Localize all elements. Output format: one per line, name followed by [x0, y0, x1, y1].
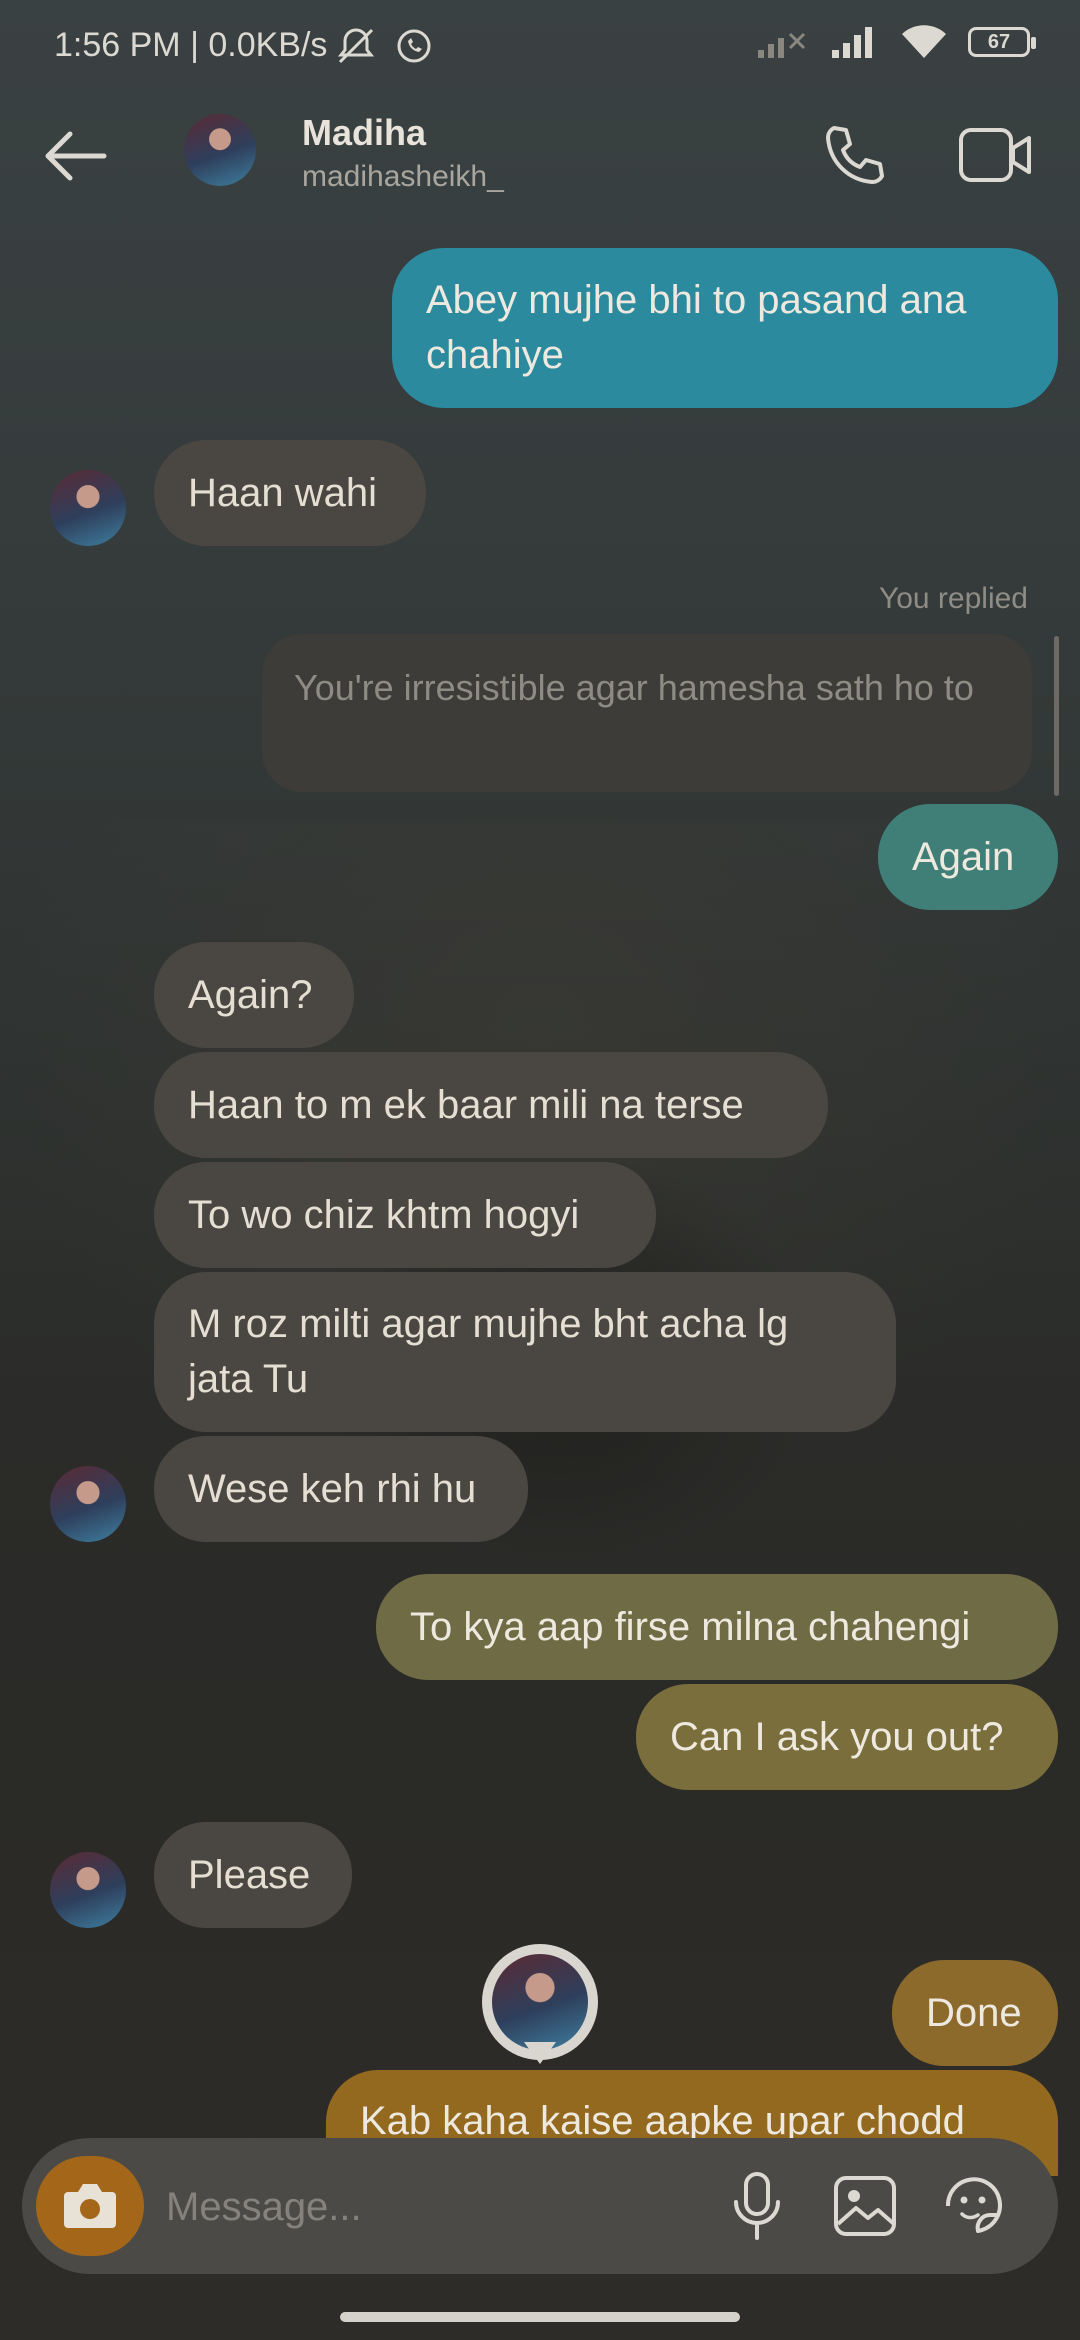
quoted-text: You're irresistible agar hamesha sath ho…	[294, 667, 974, 708]
message-bubble-sent[interactable]: Again	[878, 804, 1058, 910]
message-text: Haan wahi	[188, 470, 378, 515]
message-text: Please	[188, 1852, 311, 1897]
whatsapp-icon	[394, 24, 434, 68]
message-text: Again	[912, 834, 1015, 879]
message-bubble-sent[interactable]: Done	[892, 1960, 1058, 2066]
signal-icon	[830, 24, 880, 60]
message-bubble-received[interactable]: To wo chiz khtm hogyi	[154, 1162, 656, 1268]
status-left-icons	[334, 24, 434, 68]
status-bar: 1:56 PM | 0.0KB/s 67	[0, 0, 1080, 96]
replied-label: You replied	[878, 582, 1028, 615]
battery-icon: 67	[968, 27, 1036, 57]
message-bubble-received[interactable]: M roz milti agar mujhe bht acha lg jata …	[154, 1272, 896, 1432]
sender-avatar[interactable]	[50, 470, 126, 546]
camera-icon	[64, 2184, 116, 2228]
message-bubble-received[interactable]: Haan to m ek baar mili na terse	[154, 1052, 828, 1158]
status-time: 1:56 PM | 0.0KB/s	[54, 26, 328, 64]
status-right-icons: 67	[756, 24, 1036, 60]
message-bubble-received[interactable]: Haan wahi	[154, 440, 426, 546]
home-indicator[interactable]	[340, 2312, 740, 2322]
quoted-message[interactable]: You're irresistible agar hamesha sath ho…	[262, 634, 1032, 792]
video-camera-icon	[959, 128, 1031, 182]
message-input[interactable]	[164, 2168, 688, 2246]
message-bubble-received[interactable]: Again?	[154, 942, 354, 1048]
pin-tip	[524, 2042, 556, 2064]
microphone-icon	[734, 2172, 780, 2240]
message-text: Wese keh rhi hu	[188, 1466, 477, 1511]
message-text: Can I ask you out?	[670, 1714, 1004, 1759]
voice-call-button[interactable]	[820, 120, 890, 190]
message-bubble-received[interactable]: Please	[154, 1822, 352, 1928]
camera-button[interactable]	[36, 2156, 144, 2256]
contact-name[interactable]: Madiha	[302, 112, 426, 154]
message-text: Haan to m ek baar mili na terse	[188, 1082, 744, 1127]
phone-icon	[826, 126, 884, 184]
reply-indicator	[1054, 636, 1059, 796]
message-bubble-sent[interactable]: Abey mujhe bhi to pasand ana chahiye	[392, 248, 1058, 408]
message-text: To wo chiz khtm hogyi	[188, 1192, 580, 1237]
sticker-icon	[945, 2177, 1002, 2233]
message-bubble-sent[interactable]: To kya aap firse milna chahengi	[376, 1574, 1058, 1680]
signal-x-icon	[756, 24, 810, 60]
gallery-button[interactable]	[828, 2168, 902, 2244]
video-call-button[interactable]	[955, 120, 1035, 190]
message-bubble-received[interactable]: Wese keh rhi hu	[154, 1436, 528, 1542]
image-icon	[834, 2176, 896, 2236]
seen-avatar-pin[interactable]	[482, 1944, 598, 2076]
sender-avatar[interactable]	[50, 1466, 126, 1542]
message-text: Done	[926, 1990, 1022, 2035]
arrow-left-icon	[45, 131, 107, 181]
back-button[interactable]	[40, 126, 110, 186]
wifi-icon	[900, 24, 948, 60]
message-text: To kya aap firse milna chahengi	[410, 1604, 971, 1649]
message-text: Again?	[188, 972, 313, 1017]
message-bubble-sent[interactable]: Can I ask you out?	[636, 1684, 1058, 1790]
message-text: Abey mujhe bhi to pasand ana chahiye	[426, 278, 967, 377]
avatar	[492, 1954, 588, 2050]
sender-avatar[interactable]	[50, 1852, 126, 1928]
sticker-button[interactable]	[936, 2168, 1010, 2244]
mute-alarm-icon	[334, 24, 378, 68]
chat-header: Madiha madihasheikh_	[0, 100, 1080, 210]
microphone-button[interactable]	[722, 2168, 792, 2244]
contact-username[interactable]: madihasheikh_	[302, 160, 504, 194]
message-text: M roz milti agar mujhe bht acha lg jata …	[188, 1302, 789, 1401]
avatar[interactable]	[184, 114, 256, 186]
